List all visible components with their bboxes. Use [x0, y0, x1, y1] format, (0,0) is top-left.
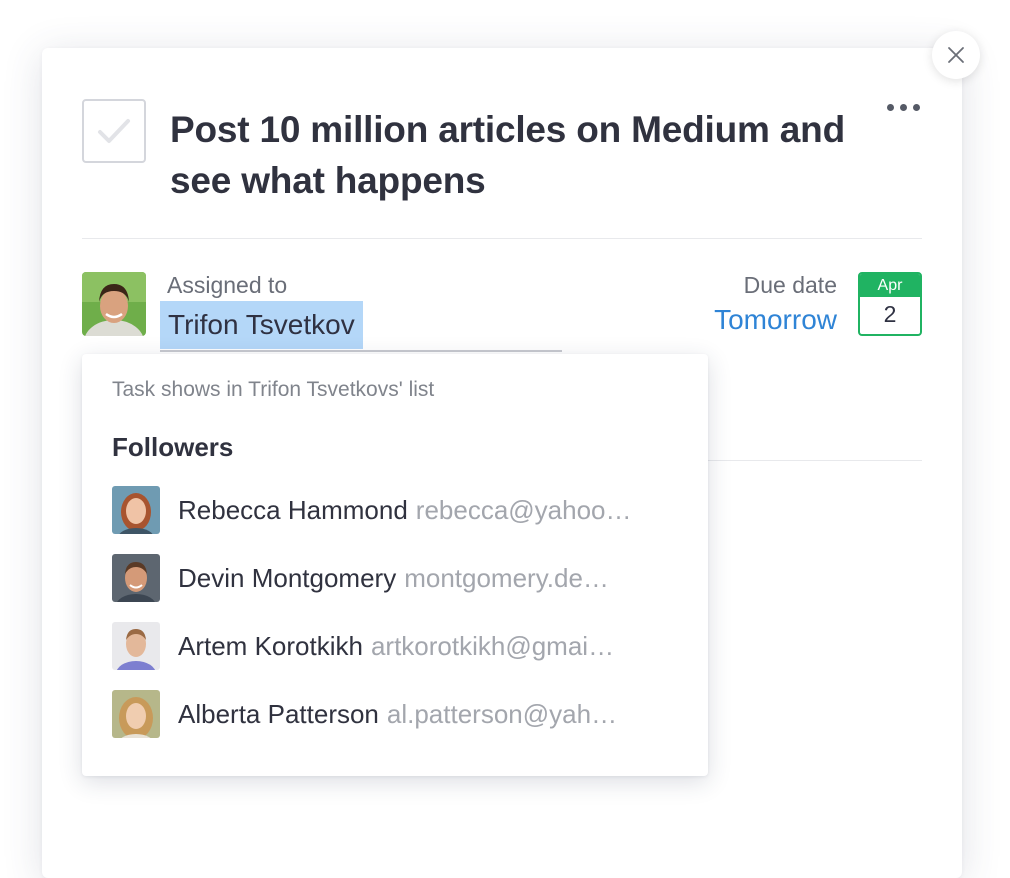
close-button[interactable] [932, 31, 980, 79]
follower-email: rebecca@yahoo… [415, 494, 632, 525]
header-divider [82, 238, 922, 239]
assignee-field-underline [160, 350, 562, 352]
more-icon [886, 103, 894, 111]
due-date-label: Due date [743, 272, 837, 298]
check-icon [98, 119, 130, 143]
follower-item[interactable]: Devin Montgomery montgomery.de… [112, 554, 682, 602]
avatar [112, 690, 160, 738]
task-title[interactable]: Post 10 million articles on Medium and s… [170, 104, 850, 206]
avatar [112, 486, 160, 534]
follower-email: montgomery.de… [404, 562, 609, 593]
assigned-to-label: Assigned to [167, 272, 288, 298]
dropdown-hint: Task shows in Trifon Tsvetkovs' list [112, 378, 435, 401]
follower-item[interactable]: Artem Korotkikh artkorotkikh@gmai… [112, 622, 682, 670]
follower-name: Artem Korotkikh [178, 630, 363, 661]
follower-name: Rebecca Hammond [178, 494, 408, 525]
avatar [112, 554, 160, 602]
close-icon [948, 47, 964, 63]
avatar [112, 622, 160, 670]
more-options-button[interactable] [881, 95, 925, 119]
follower-name: Alberta Patterson [178, 698, 379, 729]
follower-item[interactable]: Alberta Patterson al.patterson@yah… [112, 690, 682, 738]
task-complete-checkbox[interactable] [82, 99, 146, 163]
calendar-month: Apr [860, 274, 920, 297]
calendar-day: 2 [883, 301, 897, 327]
follower-item[interactable]: Rebecca Hammond rebecca@yahoo… [112, 486, 682, 534]
follower-email: al.patterson@yah… [386, 698, 618, 729]
due-date-value[interactable]: Tomorrow [714, 304, 837, 336]
calendar-button[interactable]: Apr 2 [858, 272, 922, 336]
followers-heading: Followers [112, 432, 234, 462]
assignee-dropdown: Task shows in Trifon Tsvetkovs' list Fol… [82, 354, 708, 776]
follower-name: Devin Montgomery [178, 562, 397, 593]
assignee-avatar[interactable] [82, 272, 146, 336]
assignee-field[interactable]: Trifon Tsvetkov [160, 301, 363, 349]
follower-email: artkorotkikh@gmai… [370, 630, 615, 661]
